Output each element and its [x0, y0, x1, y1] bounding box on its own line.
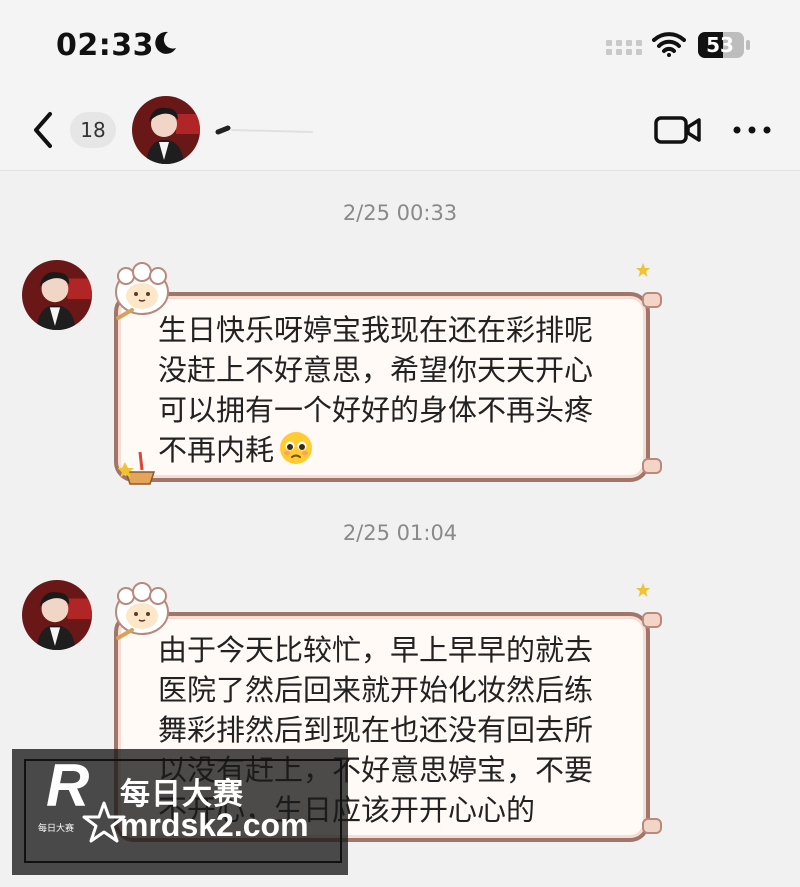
star-decoration-icon — [636, 263, 650, 277]
sender-avatar[interactable] — [22, 580, 92, 650]
watermark-url: mrdsk2.com — [120, 807, 309, 843]
message-timestamp: 2/25 00:33 — [342, 201, 458, 225]
watermark-logo-caption: 每日大赛 — [38, 824, 75, 834]
message-line: 舞彩排然后到现在也还没有回去所 — [158, 713, 594, 747]
status-bar: 02:33 53 — [0, 0, 800, 92]
status-time: 02:33 — [56, 28, 154, 63]
message-timestamp: 2/25 01:04 — [342, 521, 458, 545]
bubble-corner-decoration — [642, 292, 662, 308]
contact-name-redacted — [215, 125, 313, 135]
bubble-corner-decoration — [642, 458, 662, 474]
message-line: 由于今天比较忙，早上早早的就去 — [158, 633, 594, 667]
sender-avatar[interactable] — [22, 260, 92, 330]
sheep-sticker-icon — [115, 582, 169, 640]
battery-indicator: 53 — [697, 31, 751, 59]
message-line: 医院了然后回来就开始化妆然后练 — [158, 673, 594, 707]
wifi-icon — [652, 32, 686, 57]
watermark: R 每日大赛 每日大赛 mrdsk2.com — [12, 749, 348, 875]
sheep-sticker-icon — [115, 262, 169, 320]
unread-count-badge[interactable]: 18 — [70, 112, 116, 148]
cake-sticker-icon — [118, 451, 156, 485]
moon-icon — [155, 31, 176, 54]
message-line: 可以拥有一个好好的身体不再头疼 — [158, 393, 594, 427]
battery-level: 53 — [706, 33, 734, 57]
message-bubble[interactable]: 生日快乐呀婷宝我现在还在彩排呢 没赶上不好意思，希望你天天开心 可以拥有一个好好… — [114, 292, 650, 482]
cellular-signal-icon — [606, 40, 642, 55]
bubble-corner-decoration — [642, 818, 662, 834]
message-line-text: 不再内耗 — [158, 433, 275, 467]
more-icon[interactable] — [732, 120, 772, 140]
bubble-corner-decoration — [642, 612, 662, 628]
message-line: 生日快乐呀婷宝我现在还在彩排呢 — [158, 313, 594, 347]
video-call-icon[interactable] — [654, 114, 702, 146]
chat-header: 18 — [0, 92, 800, 171]
message-line: 没赶上不好意思，希望你天天开心 — [158, 353, 594, 387]
pleading-face-emoji-icon — [280, 432, 313, 464]
star-decoration-icon — [636, 583, 650, 597]
message-line-with-emoji: 不再内耗 — [158, 430, 636, 470]
back-icon[interactable] — [28, 110, 58, 150]
contact-avatar[interactable] — [132, 96, 200, 164]
